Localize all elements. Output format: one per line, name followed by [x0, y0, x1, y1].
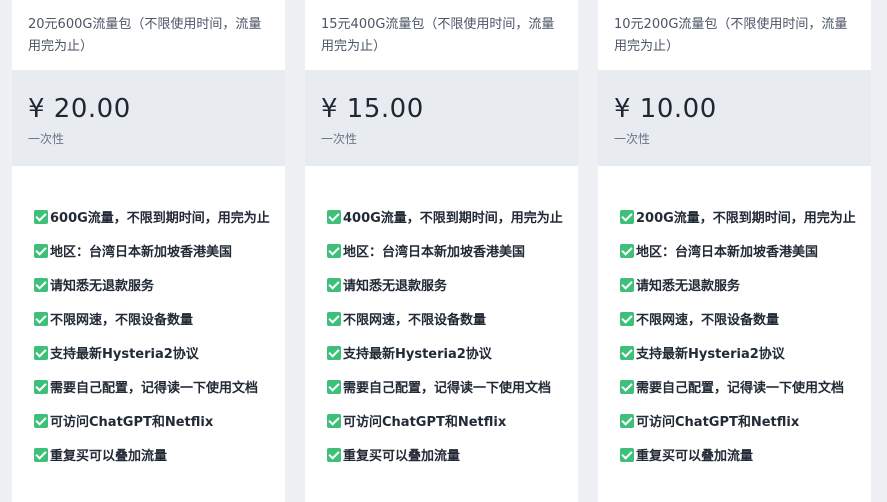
feature-item: 可访问ChatGPT和Netflix — [614, 406, 857, 440]
check-icon — [620, 210, 634, 224]
feature-item: 重复买可以叠加流量 — [321, 440, 564, 474]
plan-price: ¥ 10.00 — [614, 94, 717, 124]
feature-item: 地区：台湾日本新加坡香港美国 — [28, 236, 271, 270]
price-band: ¥ 10.00 一次性 — [598, 70, 871, 166]
check-icon — [327, 380, 341, 394]
check-icon — [620, 346, 634, 360]
check-icon — [620, 380, 634, 394]
feature-item: 请知悉无退款服务 — [614, 270, 857, 304]
feature-item: 可访问ChatGPT和Netflix — [28, 406, 271, 440]
feature-item: 支持最新Hysteria2协议 — [28, 338, 271, 372]
plan-cards: 20元600G流量包（不限使用时间，流量用完为止） ¥ 20.00 一次性 60… — [0, 0, 887, 502]
check-icon — [327, 414, 341, 428]
feature-list: 600G流量，不限到期时间，用完为止 地区：台湾日本新加坡香港美国 请知悉无退款… — [12, 166, 285, 474]
plan-price: ¥ 20.00 — [28, 94, 131, 124]
check-icon — [620, 448, 634, 462]
plan-title: 20元600G流量包（不限使用时间，流量用完为止） — [28, 17, 262, 54]
feature-item: 重复买可以叠加流量 — [614, 440, 857, 474]
check-icon — [34, 244, 48, 258]
feature-item: 需要自己配置，记得读一下使用文档 — [614, 372, 857, 406]
plan-period: 一次性 — [321, 132, 358, 146]
feature-item: 不限网速，不限设备数量 — [28, 304, 271, 338]
plan-card-200g[interactable]: 10元200G流量包（不限使用时间，流量用完为止） ¥ 10.00 一次性 20… — [598, 0, 871, 502]
check-icon — [34, 414, 48, 428]
check-icon — [34, 210, 48, 224]
price-band: ¥ 15.00 一次性 — [305, 70, 578, 166]
check-icon — [34, 380, 48, 394]
check-icon — [34, 278, 48, 292]
feature-item: 600G流量，不限到期时间，用完为止 — [28, 202, 271, 236]
feature-item: 重复买可以叠加流量 — [28, 440, 271, 474]
plan-period: 一次性 — [614, 132, 651, 146]
check-icon — [327, 312, 341, 326]
plan-card-600g[interactable]: 20元600G流量包（不限使用时间，流量用完为止） ¥ 20.00 一次性 60… — [12, 0, 285, 502]
feature-item: 不限网速，不限设备数量 — [614, 304, 857, 338]
feature-list: 400G流量，不限到期时间，用完为止 地区：台湾日本新加坡香港美国 请知悉无退款… — [305, 166, 578, 474]
plan-period: 一次性 — [28, 132, 65, 146]
plan-price: ¥ 15.00 — [321, 94, 424, 124]
feature-item: 请知悉无退款服务 — [28, 270, 271, 304]
feature-item: 需要自己配置，记得读一下使用文档 — [321, 372, 564, 406]
feature-list: 200G流量，不限到期时间，用完为止 地区：台湾日本新加坡香港美国 请知悉无退款… — [598, 166, 871, 474]
feature-item: 需要自己配置，记得读一下使用文档 — [28, 372, 271, 406]
plan-title: 10元200G流量包（不限使用时间，流量用完为止） — [614, 17, 848, 54]
feature-item: 可访问ChatGPT和Netflix — [321, 406, 564, 440]
feature-item: 地区：台湾日本新加坡香港美国 — [321, 236, 564, 270]
check-icon — [620, 414, 634, 428]
check-icon — [620, 244, 634, 258]
check-icon — [34, 448, 48, 462]
feature-item: 支持最新Hysteria2协议 — [614, 338, 857, 372]
check-icon — [34, 312, 48, 326]
check-icon — [327, 346, 341, 360]
plan-title: 15元400G流量包（不限使用时间，流量用完为止） — [321, 17, 555, 54]
feature-item: 400G流量，不限到期时间，用完为止 — [321, 202, 564, 236]
check-icon — [327, 278, 341, 292]
feature-item: 不限网速，不限设备数量 — [321, 304, 564, 338]
price-band: ¥ 20.00 一次性 — [12, 70, 285, 166]
feature-item: 200G流量，不限到期时间，用完为止 — [614, 202, 857, 236]
check-icon — [327, 210, 341, 224]
feature-item: 支持最新Hysteria2协议 — [321, 338, 564, 372]
check-icon — [34, 346, 48, 360]
check-icon — [620, 312, 634, 326]
check-icon — [327, 244, 341, 258]
plan-card-400g[interactable]: 15元400G流量包（不限使用时间，流量用完为止） ¥ 15.00 一次性 40… — [305, 0, 578, 502]
check-icon — [620, 278, 634, 292]
feature-item: 请知悉无退款服务 — [321, 270, 564, 304]
feature-item: 地区：台湾日本新加坡香港美国 — [614, 236, 857, 270]
check-icon — [327, 448, 341, 462]
